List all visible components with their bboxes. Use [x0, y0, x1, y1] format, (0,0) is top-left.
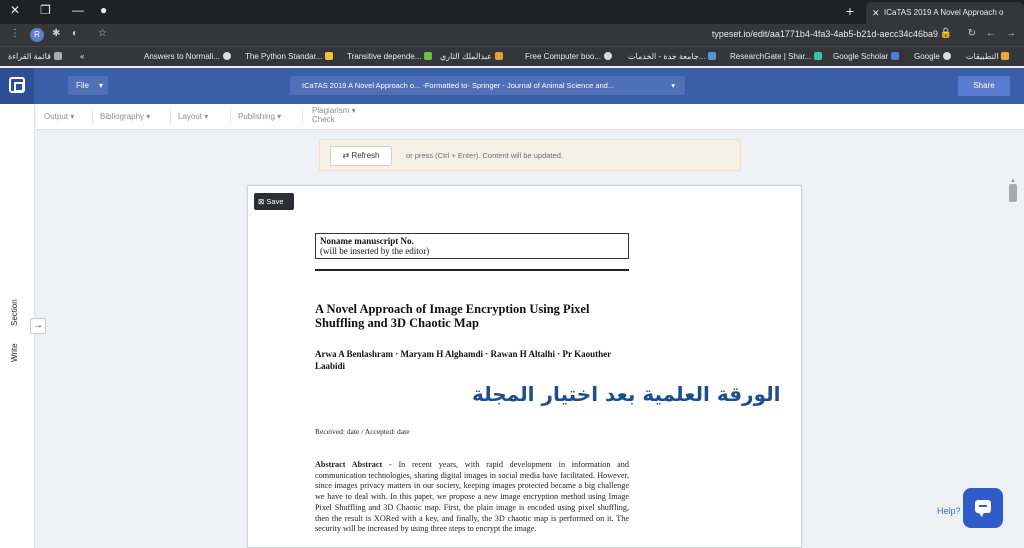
lock-icon: 🔒 — [939, 28, 952, 39]
output-menu[interactable]: Output ▾ — [44, 112, 74, 121]
help-chat-button[interactable] — [963, 488, 1003, 528]
scrollbar-thumb[interactable] — [1009, 184, 1017, 202]
bookmarks-bar: قائمة القراءة « Answers to Normali... Th… — [0, 46, 1024, 66]
save-icon: ⊠ — [258, 197, 265, 206]
paper-title: A Novel Approach of Image Encryption Usi… — [315, 302, 590, 330]
back-arrow-icon[interactable]: ← — [986, 28, 996, 39]
bookmark-item[interactable]: جامعة جدة - الخدمات... — [628, 52, 717, 61]
document-format-selector[interactable]: ICaTAS 2019 A Novel Approach o... -Forma… — [290, 76, 685, 95]
chevron-down-icon: ▾ — [98, 81, 103, 90]
refresh-icon: ⇄ — [342, 151, 350, 160]
refresh-button[interactable]: ⇄ Refresh — [330, 146, 392, 166]
typeset-logo-icon — [9, 77, 25, 93]
new-tab-icon[interactable]: + — [846, 3, 854, 19]
bookmark-item[interactable]: عبدالملك الثاري — [440, 52, 503, 61]
refresh-hint: or press (Ctrl + Enter). Content will be… — [406, 151, 563, 160]
write-tab[interactable]: Write — [10, 343, 19, 362]
window-close-icon[interactable]: ✕ — [10, 3, 20, 17]
bookmark-apps[interactable]: التطبيقات — [966, 52, 1010, 61]
bookmarks-overflow-icon[interactable]: « — [80, 52, 84, 61]
manuscript-note: (will be inserted by the editor) — [320, 246, 430, 256]
divider — [170, 109, 171, 125]
menu-dots-icon[interactable]: ⋮ — [10, 28, 20, 39]
file-menu-button[interactable]: File ▾ — [68, 76, 108, 95]
plagiarism-check-menu[interactable]: Plagiarism ▾ Check — [312, 106, 356, 124]
bookmark-item[interactable]: Google — [914, 52, 951, 61]
tab-close-icon[interactable]: ✕ — [872, 2, 880, 24]
divider — [230, 109, 231, 125]
refresh-banner: ⇄ Refresh or press (Ctrl + Enter). Conte… — [319, 139, 741, 171]
save-button[interactable]: ⊠ Save — [254, 193, 294, 210]
extensions-puzzle-icon[interactable]: ✱ — [52, 28, 60, 39]
publishing-menu[interactable]: Publishing ▾ — [238, 112, 281, 121]
url-field[interactable]: typeset.io/edit/aa1771b4-4fa3-4ab5-b21d-… — [712, 29, 938, 39]
layout-menu[interactable]: Layout ▾ — [178, 112, 208, 121]
browser-titlebar: ✕ ❐ — ● + ✕ ICaTAS 2019 A Novel Approach… — [0, 0, 1024, 24]
bookmark-item[interactable]: Free Computer boo... — [525, 52, 613, 61]
reload-icon[interactable]: ↻ — [968, 28, 976, 39]
bookmark-item[interactable]: The Python Standar... — [245, 52, 334, 61]
bookmark-reading-list[interactable]: قائمة القراءة — [8, 52, 62, 61]
abstract: Abstract Abstract - In recent years, wit… — [315, 460, 629, 535]
section-tab[interactable]: Section — [10, 299, 19, 326]
help-label[interactable]: Help? — [937, 506, 961, 516]
expand-arrow-icon[interactable]: → — [30, 318, 46, 334]
chevron-down-icon: ▾ — [671, 81, 675, 90]
window-restore-icon[interactable]: ❐ — [40, 3, 51, 17]
received-date: Received: date / Accepted: date — [315, 427, 410, 436]
overlay-caption: الورقة العلمية بعد اختيار المجلة — [472, 382, 781, 406]
document-preview: ⊠ Save Noname manuscript No. (will be in… — [247, 185, 802, 548]
app-header: File ▾ ICaTAS 2019 A Novel Approach o...… — [0, 68, 1024, 104]
divider — [315, 269, 629, 271]
tab-title: ICaTAS 2019 A Novel Approach o — [884, 8, 1004, 17]
manuscript-label: Noname manuscript No. — [320, 236, 414, 246]
manuscript-box: Noname manuscript No. (will be inserted … — [315, 233, 629, 259]
avatar[interactable]: R — [30, 28, 44, 42]
abstract-label: Abstract Abstract — [315, 460, 383, 469]
chat-bubble-icon — [975, 500, 991, 517]
record-icon[interactable]: ● — [100, 3, 107, 17]
divider — [92, 109, 93, 125]
bookmark-star-icon[interactable]: ☆ — [98, 28, 107, 39]
bookmark-item[interactable]: Transitive depende... — [347, 52, 433, 61]
app-logo[interactable] — [0, 68, 34, 104]
bookmark-item[interactable]: Google Scholar — [833, 52, 900, 61]
bookmark-item[interactable]: Answers to Normali... — [144, 52, 232, 61]
extension-icon[interactable]: ◐ — [72, 28, 78, 39]
editor-toolbar: Output ▾ Bibliography ▾ Layout ▾ Publish… — [36, 104, 1024, 130]
bookmark-item[interactable]: ResearchGate | Shar... — [730, 52, 823, 61]
abstract-text: - In recent years, with rapid developmen… — [315, 460, 629, 534]
divider — [302, 109, 303, 125]
address-bar: ⋮ R ✱ ◐ ☆ typeset.io/edit/aa1771b4-4fa3-… — [0, 24, 1024, 46]
window-minimize-icon[interactable]: — — [72, 3, 84, 17]
forward-arrow-icon[interactable]: → — [1006, 28, 1016, 39]
browser-tab[interactable]: ✕ ICaTAS 2019 A Novel Approach o — [866, 2, 1024, 24]
paper-authors: Arwa A Benlashram · Maryam H Alghamdi · … — [315, 349, 611, 371]
share-button[interactable]: Share — [958, 76, 1010, 96]
bibliography-menu[interactable]: Bibliography ▾ — [100, 112, 150, 121]
